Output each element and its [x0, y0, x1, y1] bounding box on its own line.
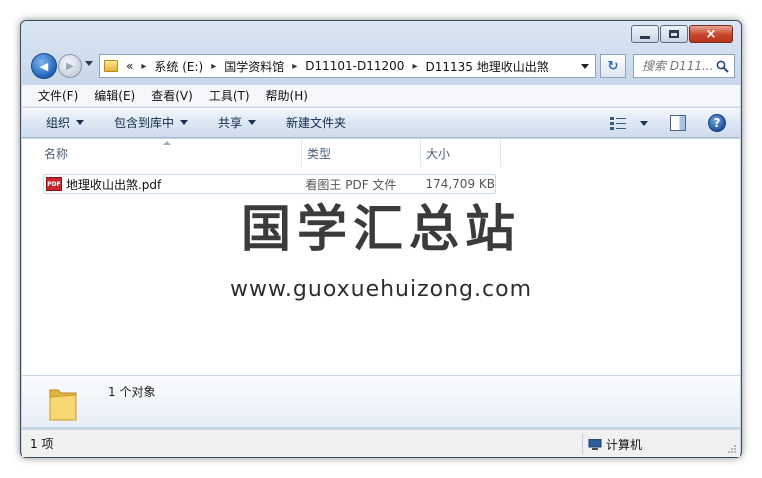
new-folder-button[interactable]: 新建文件夹 [286, 114, 346, 131]
watermark-title: 国学汇总站 [241, 200, 521, 258]
chevron-right-icon[interactable]: ▸ [292, 61, 297, 72]
address-dropdown[interactable] [581, 63, 589, 69]
menu-bar: 文件(F) 编辑(E) 查看(V) 工具(T) 帮助(H) [22, 85, 740, 107]
menu-help[interactable]: 帮助(H) [266, 87, 308, 104]
close-button[interactable]: × [689, 25, 733, 43]
search-input[interactable] [642, 59, 714, 73]
help-icon[interactable]: ? [708, 114, 726, 132]
menu-tools[interactable]: 工具(T) [209, 87, 250, 104]
column-type-label: 类型 [307, 146, 332, 161]
search-icon[interactable] [716, 60, 729, 73]
watermark-url: www.guoxuehuizong.com [229, 277, 533, 302]
view-controls: ? [610, 114, 726, 132]
folder-icon [104, 60, 118, 72]
column-header-size[interactable]: 大小 [421, 139, 501, 167]
recent-pages-dropdown[interactable] [85, 61, 93, 66]
menu-edit[interactable]: 编辑(E) [94, 87, 135, 104]
menu-file[interactable]: 文件(F) [38, 87, 78, 104]
chevron-right-icon[interactable]: ▸ [211, 61, 216, 72]
chevron-down-icon [180, 120, 189, 125]
maximize-button[interactable] [660, 25, 688, 43]
forward-button[interactable]: ▶ [58, 54, 82, 78]
minimize-button[interactable] [631, 25, 659, 43]
selection-summary: 1 个对象 [108, 385, 156, 399]
minimize-icon [640, 35, 650, 39]
breadcrumb-current[interactable]: D11135 地理收山出煞 [425, 58, 548, 75]
column-header-name[interactable]: 名称 [22, 139, 302, 167]
include-in-library-button[interactable]: 包含到库中 [114, 114, 189, 131]
view-details-icon[interactable] [610, 116, 626, 130]
details-pane: 1 个对象 [22, 375, 740, 427]
view-options-dropdown[interactable] [640, 120, 648, 126]
folder-icon [49, 389, 77, 421]
breadcrumb-drive[interactable]: 系统 (E:) [154, 58, 203, 75]
help-glyph: ? [713, 116, 721, 130]
close-icon: × [705, 26, 717, 42]
resize-grip-icon[interactable] [727, 444, 737, 454]
preview-pane-icon[interactable] [670, 115, 686, 131]
back-arrow-icon: ◀ [39, 59, 49, 73]
column-header-row: 名称 类型 大小 [22, 139, 740, 167]
share-label: 共享 [218, 116, 243, 130]
forward-arrow-icon: ▶ [66, 60, 74, 72]
chevron-right-icon[interactable]: ▸ [141, 61, 146, 72]
organize-label: 组织 [46, 116, 71, 130]
chevron-down-icon [248, 120, 257, 125]
organize-button[interactable]: 组织 [46, 114, 85, 131]
breadcrumb-range[interactable]: D11101-D11200 [305, 59, 404, 73]
item-count: 1 项 [30, 437, 54, 451]
status-location: 计算机 [588, 436, 642, 453]
column-header-type[interactable]: 类型 [302, 139, 421, 167]
chevron-right-icon[interactable]: ▸ [412, 61, 417, 72]
include-in-library-label: 包含到库中 [114, 116, 175, 130]
title-bar[interactable]: × [21, 21, 741, 47]
sort-ascending-icon [163, 141, 171, 145]
new-folder-label: 新建文件夹 [286, 116, 347, 130]
breadcrumb-overflow[interactable]: « [126, 59, 133, 73]
explorer-window: × ◀ ▶ « ▸ 系统 (E:) ▸ 国学资料馆 ▸ D11101-D1120… [20, 20, 742, 458]
share-button[interactable]: 共享 [218, 114, 257, 131]
maximize-icon [669, 30, 679, 38]
command-bar: 组织 包含到库中 共享 新建文件夹 ? [22, 108, 740, 138]
chevron-down-icon [76, 120, 85, 125]
search-box[interactable] [633, 54, 735, 78]
file-list-pane[interactable]: 名称 类型 大小 PDF 地理收山出煞.pdf 看图王 PDF 文件 174,7… [22, 139, 740, 375]
address-bar[interactable]: « ▸ 系统 (E:) ▸ 国学资料馆 ▸ D11101-D11200 ▸ D1… [99, 54, 596, 78]
window-controls: × [630, 25, 733, 43]
column-size-label: 大小 [426, 146, 451, 161]
status-bar: 1 项 计算机 [22, 429, 740, 457]
back-button[interactable]: ◀ [31, 53, 57, 79]
refresh-button[interactable]: ↻ [600, 54, 626, 78]
refresh-icon: ↻ [607, 58, 619, 74]
column-name-label: 名称 [44, 146, 69, 161]
breadcrumb-library[interactable]: 国学资料馆 [224, 58, 284, 75]
menu-view[interactable]: 查看(V) [151, 87, 193, 104]
navigation-bar: ◀ ▶ « ▸ 系统 (E:) ▸ 国学资料馆 ▸ D11101-D11200 … [29, 52, 735, 80]
location-label: 计算机 [606, 438, 643, 452]
pdf-icon-label: PDF [47, 180, 61, 188]
status-divider [582, 434, 583, 454]
computer-icon [588, 438, 602, 450]
